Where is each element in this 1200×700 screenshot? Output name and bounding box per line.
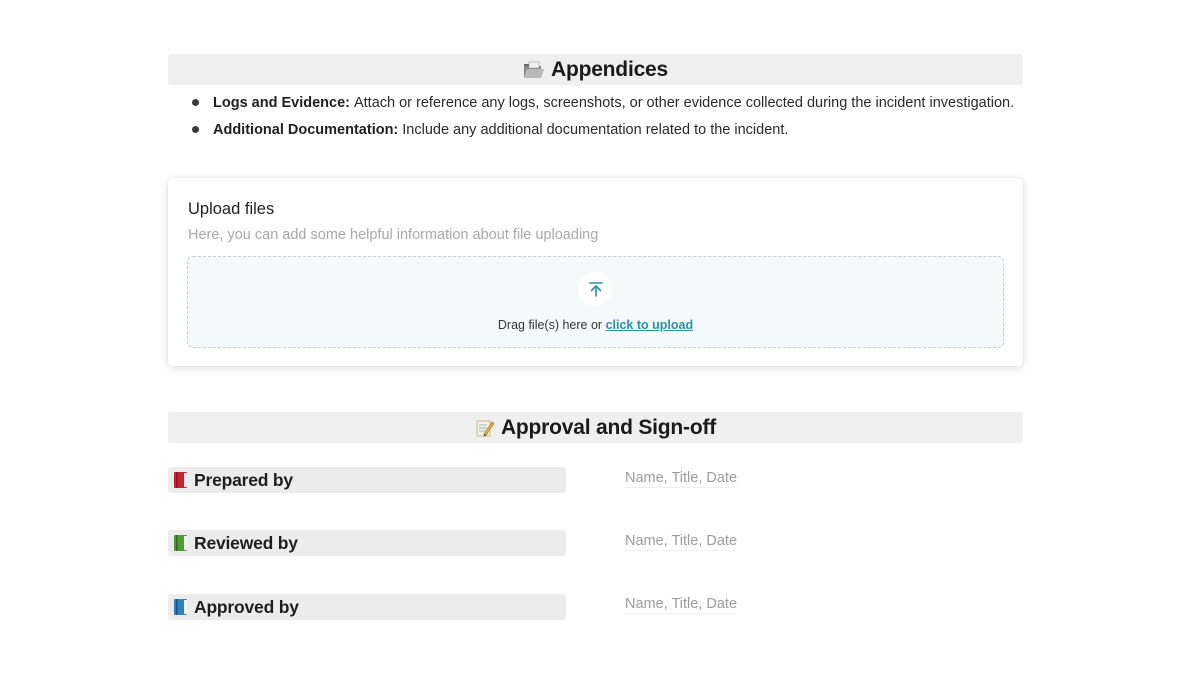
approved-by-field[interactable]: Name, Title, Date [625,596,738,614]
list-item-label: Logs and Evidence: [213,94,350,111]
reviewed-by-text: Reviewed by [194,532,298,553]
blue-book-icon [172,598,190,616]
list-item-label: Additional Documentation: [213,121,399,138]
memo-icon [475,418,495,438]
prepared-by-field[interactable]: Name, Title, Date [625,470,738,488]
green-book-icon [172,534,190,552]
approval-heading: Approval and Sign-off [168,412,1023,443]
bullet-dot [192,126,199,133]
approval-heading-text: Approval and Sign-off [500,415,717,439]
upload-dropzone[interactable]: Drag file(s) here or click to upload [187,256,1004,348]
list-item: Logs and Evidence: Attach or reference a… [192,89,1032,116]
list-item-text: Attach or reference any logs, screenshot… [353,94,1015,111]
open-folder-icon [523,60,545,80]
appendices-heading-text: Appendices [550,57,669,81]
upload-icon[interactable] [578,271,613,306]
click-to-upload-link[interactable]: click to upload [606,318,694,332]
reviewed-by-field[interactable]: Name, Title, Date [625,533,738,551]
prepared-by-label: Prepared by [168,467,566,493]
list-item: Additional Documentation: Include any ad… [192,116,1032,143]
drop-instruction: Drag file(s) here or [497,318,603,332]
appendices-heading: Appendices [168,54,1023,85]
red-book-icon [172,471,190,489]
appendices-list: Logs and Evidence: Attach or reference a… [192,89,1032,143]
upload-title: Upload files [188,200,275,218]
upload-hint: Here, you can add some helpful informati… [188,227,599,243]
approved-by-text: Approved by [194,596,299,617]
prepared-by-text: Prepared by [194,469,293,490]
drop-text: Drag file(s) here or click to upload [188,318,1003,332]
page: Appendices Logs and Evidence: Attach or … [0,0,1200,700]
list-item-text: Include any additional documentation rel… [402,121,789,138]
upload-card: Upload files Here, you can add some help… [168,178,1023,366]
bullet-dot [192,99,199,106]
reviewed-by-label: Reviewed by [168,530,566,556]
approved-by-label: Approved by [168,594,566,620]
